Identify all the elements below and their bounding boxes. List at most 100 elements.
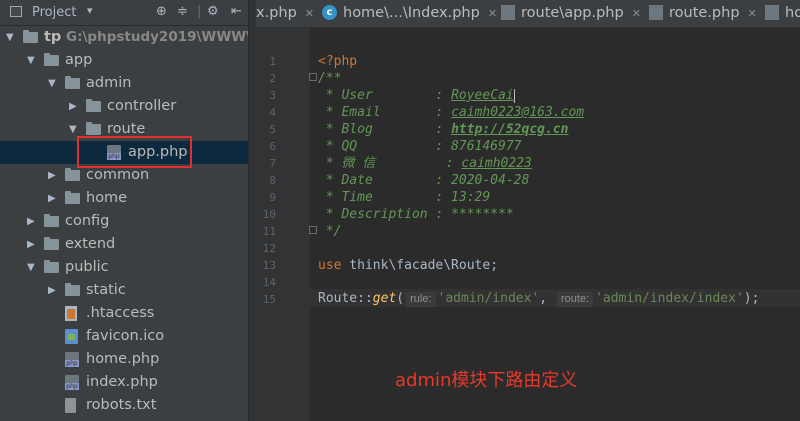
doc-value: RoyeeCai xyxy=(451,88,514,103)
tree-item-robots-txt[interactable]: robots.txt xyxy=(0,394,249,417)
tree-item-label: tp G:\phpstudy2019\WWW\tp xyxy=(44,26,267,49)
item-name: robots.txt xyxy=(86,397,157,413)
line-number: 6 xyxy=(269,140,276,153)
line-number: 10 xyxy=(262,208,276,221)
doc-value: caimh0223 xyxy=(461,156,532,171)
code-line-9: * Time : 13:29 xyxy=(318,190,491,205)
doc-value: caimh0223@163.com xyxy=(451,105,585,120)
expand-arrow-icon[interactable]: ▼ xyxy=(69,118,77,141)
close-icon[interactable]: ✕ xyxy=(305,7,314,20)
tab-label: route.php xyxy=(669,5,740,21)
line-number: 4 xyxy=(269,106,276,119)
tree-item-admin[interactable]: ▼ admin xyxy=(0,72,249,95)
fold-marker-icon[interactable] xyxy=(309,226,317,234)
tree-item-label: extend xyxy=(65,233,115,256)
editor-tabs: x.php ✕ c home\...\Index.php ✕ route\app.ph… xyxy=(256,0,800,28)
folder-icon xyxy=(44,237,59,250)
collapse-arrow-icon[interactable]: ▶ xyxy=(27,210,35,233)
folder-icon xyxy=(44,53,59,66)
param-hint-route: route: xyxy=(556,292,594,307)
tree-item-controller[interactable]: ▶ controller xyxy=(0,95,249,118)
expand-arrow-icon[interactable]: ▼ xyxy=(6,26,14,49)
folder-icon xyxy=(65,191,80,204)
close-icon[interactable]: ✕ xyxy=(632,7,641,20)
close-icon[interactable]: ✕ xyxy=(748,7,757,20)
fold-marker-icon[interactable] xyxy=(309,73,317,81)
line-number: 3 xyxy=(269,89,276,102)
php-file-icon xyxy=(501,4,515,20)
code-line-6: * QQ : 876146977 xyxy=(318,139,522,154)
tree-item-static[interactable]: ▶ static xyxy=(0,279,249,302)
line-number: 13 xyxy=(262,259,276,272)
tree-item-home[interactable]: ▶ home xyxy=(0,187,249,210)
tree-item-public[interactable]: ▼ public xyxy=(0,256,249,279)
line-number: 2 xyxy=(269,72,276,85)
collapse-arrow-icon[interactable]: ▶ xyxy=(27,233,35,256)
tab-x-php[interactable]: x.php ✕ xyxy=(256,0,314,27)
project-panel-header: Project ▾ ⊕ ≑ | ⚙ ⇤ xyxy=(0,0,249,26)
expand-arrow-icon[interactable]: ▼ xyxy=(27,49,35,72)
tree-item-index-php[interactable]: index.php xyxy=(0,371,249,394)
doc-key: * Email : xyxy=(318,105,452,120)
expand-arrow-icon[interactable]: ▼ xyxy=(27,256,35,279)
line-number: 1 xyxy=(269,55,276,68)
tree-item-app[interactable]: ▼ app xyxy=(0,49,249,72)
line-number: 11 xyxy=(262,225,276,238)
tree-item-label: controller xyxy=(107,95,176,118)
project-panel-title[interactable]: Project xyxy=(32,5,76,20)
code-line-3: * User : RoyeeCai xyxy=(318,87,515,104)
folder-icon xyxy=(86,122,101,135)
tab-label: home\...\Index.php xyxy=(343,5,480,21)
tab-route-app-php[interactable]: route\app.php ✕ xyxy=(501,0,641,27)
statement-end: ); xyxy=(743,291,760,306)
code-line-5: * Blog : http://52qcg.cn xyxy=(318,121,569,138)
doc-key: * 微 信 : xyxy=(318,156,462,171)
tree-item-tp[interactable]: ▼ tp G:\phpstudy2019\WWW\tp xyxy=(0,26,267,49)
item-name: app xyxy=(65,52,93,68)
tab-route-php[interactable]: route.php ✕ xyxy=(649,0,757,27)
htaccess-file-icon xyxy=(65,306,77,321)
tab-home-php[interactable]: ho xyxy=(765,0,800,27)
highlight-box xyxy=(77,136,192,168)
folder-icon xyxy=(65,76,80,89)
close-icon[interactable]: ✕ xyxy=(488,7,497,20)
annotation-text: admin模块下路由定义 xyxy=(395,370,578,391)
locate-icon[interactable]: ⊕ xyxy=(156,4,167,20)
tree-item-label: favicon.ico xyxy=(86,325,164,348)
gear-icon[interactable]: ⚙ xyxy=(207,4,219,20)
blog-link[interactable]: http://52qcg.cn xyxy=(451,122,568,137)
chevron-down-icon[interactable]: ▾ xyxy=(87,4,93,17)
divider: | xyxy=(197,4,202,19)
tree-item-favicon-ico[interactable]: favicon.ico xyxy=(0,325,249,348)
item-name: home xyxy=(86,190,128,206)
tree-item-extend[interactable]: ▶ extend xyxy=(0,233,249,256)
item-name: extend xyxy=(65,236,116,252)
project-panel: Project ▾ ⊕ ≑ | ⚙ ⇤ ▼ tp G:\phpstudy2019\… xyxy=(0,0,267,421)
keyword: use xyxy=(318,258,342,273)
expand-arrow-icon[interactable]: ▼ xyxy=(48,72,56,95)
hide-panel-icon[interactable]: ⇤ xyxy=(231,4,242,20)
php-file-icon xyxy=(65,352,79,367)
tab-label: x.php xyxy=(256,5,297,21)
folder-icon xyxy=(86,99,101,112)
tree-item-label: home.php xyxy=(86,348,159,371)
tree-item-htaccess[interactable]: .htaccess xyxy=(0,302,249,325)
text-file-icon xyxy=(65,398,76,413)
tree-item-label: config xyxy=(65,210,109,233)
php-file-icon xyxy=(65,375,79,390)
tree-item-home-php[interactable]: home.php xyxy=(0,348,249,371)
doc-key: * User : xyxy=(318,88,452,103)
string-arg: 'admin/index' xyxy=(437,291,540,306)
project-path: G:\phpstudy2019\WWW\tp xyxy=(61,29,268,45)
item-name: tp xyxy=(44,29,62,45)
collapse-arrow-icon[interactable]: ▶ xyxy=(48,187,56,210)
tab-index-php[interactable]: c home\...\Index.php ✕ xyxy=(322,0,497,27)
collapse-arrow-icon[interactable]: ▶ xyxy=(69,95,77,118)
collapse-arrow-icon[interactable]: ▶ xyxy=(48,279,56,302)
code-line-8: * Date : 2020-04-28 xyxy=(318,173,530,188)
tree-item-config[interactable]: ▶ config xyxy=(0,210,249,233)
namespace: think\facade\Route; xyxy=(341,258,499,273)
collapse-all-icon[interactable]: ≑ xyxy=(177,4,188,20)
param-hint-rule: rule: xyxy=(406,292,436,307)
collapse-arrow-icon[interactable]: ▶ xyxy=(48,164,56,187)
